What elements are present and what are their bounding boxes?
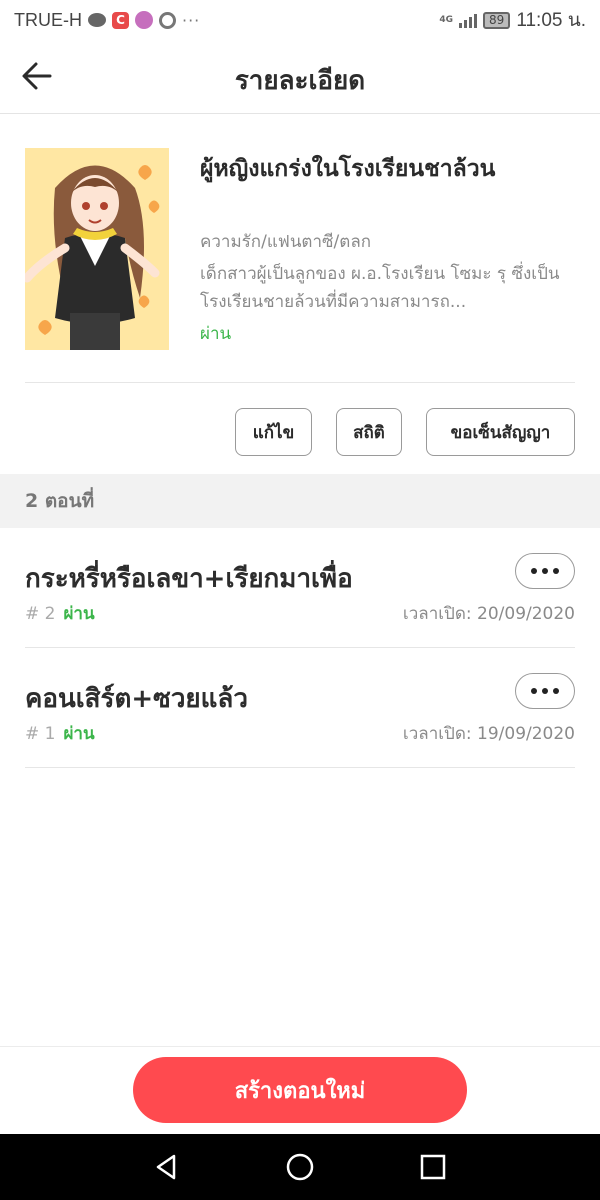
divider — [25, 382, 575, 383]
episode-title: กระหรี่หรือเลขา+เรียกมาเพื่อ — [25, 564, 353, 594]
carrier-name: TRUE-H — [14, 9, 82, 30]
chrome-icon — [159, 11, 176, 29]
status-bar: TRUE-H C ··· 4G 89 11:05 น. — [0, 0, 600, 40]
more-dots-icon — [531, 688, 537, 694]
episode-publish-date: เวลาเปิด: 19/09/2020 — [402, 724, 575, 744]
episode-status: ผ่าน — [63, 604, 95, 624]
anime-girl-illustration — [25, 148, 169, 350]
book-genre: ความรัก/แฟนตาซี/ตลก — [200, 232, 372, 252]
status-right: 4G 89 11:05 น. — [439, 5, 586, 35]
nav-home-button[interactable] — [280, 1147, 320, 1187]
stats-button[interactable]: สถิติ — [336, 408, 402, 456]
battery-icon: 89 — [483, 11, 511, 29]
square-recents-icon — [420, 1154, 446, 1180]
request-contract-button[interactable]: ขอเซ็นสัญญา — [426, 408, 575, 456]
clock: 11:05 น. — [516, 10, 586, 31]
episode-row[interactable]: กระหรี่หรือเลขา+เรียกมาเพื่อ # 2 ผ่าน เวล… — [25, 528, 575, 648]
more-dots-icon — [531, 568, 537, 574]
app-notification-icon: C — [112, 11, 129, 29]
network-type: 4G — [439, 15, 454, 25]
episode-more-button[interactable] — [515, 673, 575, 709]
nav-back-button[interactable] — [147, 1147, 187, 1187]
book-description: เด็กสาวผู้เป็นลูกของ ผ.อ.โรงเรียน โซมะ ร… — [200, 264, 560, 312]
book-cover-image[interactable] — [25, 148, 169, 350]
edit-button[interactable]: แก้ไข — [235, 408, 312, 456]
episode-meta: # 1 ผ่าน — [25, 720, 95, 747]
episode-count-heading: 2 ตอนที่ — [0, 474, 600, 528]
app-header: รายละเอียด — [0, 40, 600, 114]
chat-notification-icon — [88, 13, 106, 27]
status-left: TRUE-H C ··· — [14, 10, 200, 31]
nav-recents-button[interactable] — [413, 1147, 453, 1187]
triangle-back-icon — [156, 1154, 176, 1180]
episode-number: # 2 — [25, 604, 56, 624]
book-title: ผู้หญิงแกร่งในโรงเรียนชาล้วน — [200, 156, 496, 182]
book-status-badge: ผ่าน — [200, 324, 232, 344]
episode-more-button[interactable] — [515, 553, 575, 589]
episode-number: # 1 — [25, 724, 56, 744]
create-episode-button[interactable]: สร้างตอนใหม่ — [133, 1057, 467, 1123]
circle-home-icon — [286, 1153, 314, 1181]
episode-title: คอนเสิร์ต+ซวยแล้ว — [25, 684, 248, 714]
episode-status: ผ่าน — [63, 724, 95, 744]
signal-icon — [459, 12, 478, 28]
bottom-action-bar: สร้างตอนใหม่ — [0, 1046, 600, 1134]
page-title: รายละเอียด — [234, 66, 366, 96]
system-nav-bar — [0, 1134, 600, 1200]
more-notifications-icon: ··· — [182, 10, 201, 30]
book-info: ผู้หญิงแกร่งในโรงเรียนชาล้วน ความรัก/แฟน… — [25, 148, 575, 383]
episode-publish-date: เวลาเปิด: 20/09/2020 — [402, 604, 575, 624]
episode-meta: # 2 ผ่าน — [25, 600, 95, 627]
episode-row[interactable]: คอนเสิร์ต+ซวยแล้ว # 1 ผ่าน เวลาเปิด: 19/0… — [25, 648, 575, 768]
book-actions: แก้ไข สถิติ ขอเซ็นสัญญา — [235, 408, 575, 456]
media-notification-icon — [135, 11, 153, 29]
